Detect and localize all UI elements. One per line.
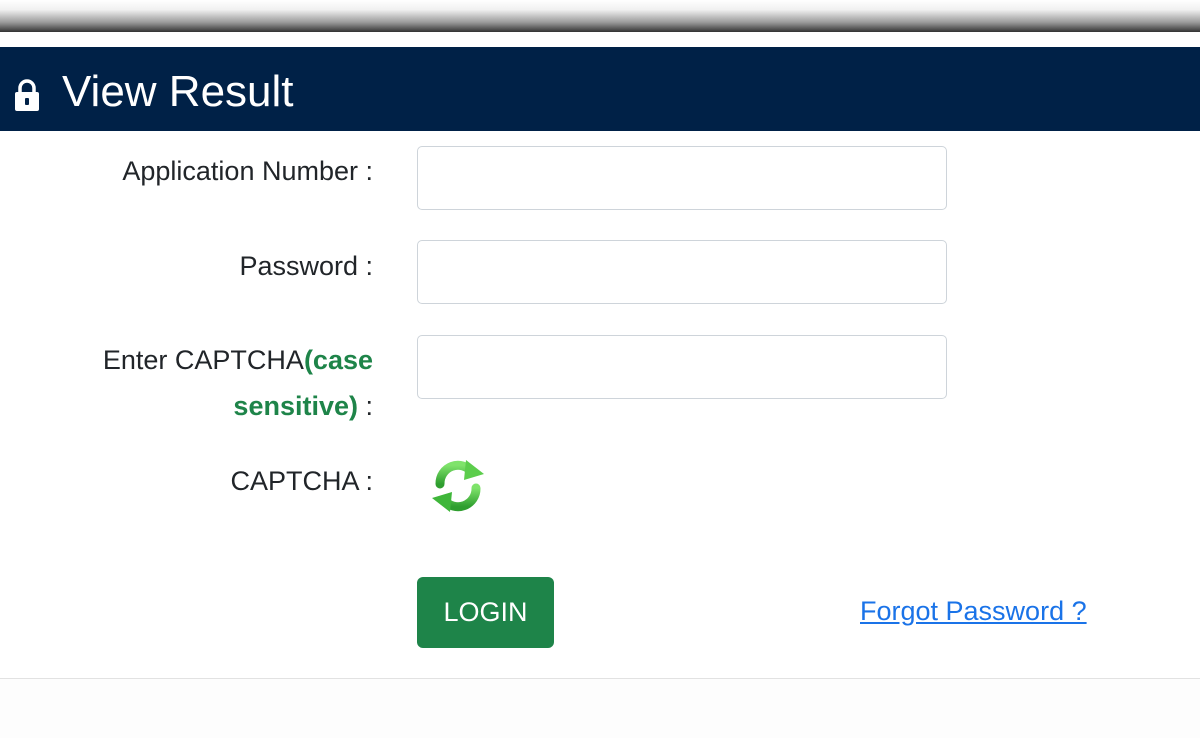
captcha-label: CAPTCHA : xyxy=(230,466,373,496)
captcha-label-suffix: : xyxy=(357,391,373,421)
case-sensitive-note: (case xyxy=(303,345,373,375)
footer-area xyxy=(0,679,1200,738)
password-label: Password : xyxy=(239,251,373,281)
captcha-input-label: Enter CAPTCHA(case sensitive) : xyxy=(33,337,373,429)
login-button[interactable]: LOGIN xyxy=(417,577,554,648)
case-sensitive-note-2: sensitive) xyxy=(233,391,358,421)
refresh-icon[interactable] xyxy=(428,456,488,516)
application-number-input[interactable] xyxy=(417,146,947,210)
lock-icon xyxy=(15,79,39,111)
captcha-label-prefix: Enter CAPTCHA xyxy=(102,345,304,375)
forgot-password-link[interactable]: Forgot Password ? xyxy=(860,596,1087,627)
captcha-input[interactable] xyxy=(417,335,947,399)
top-shadow-bar xyxy=(0,0,1200,32)
application-number-label: Application Number : xyxy=(122,156,373,186)
page-title: View Result xyxy=(62,67,294,116)
password-input[interactable] xyxy=(417,240,947,304)
